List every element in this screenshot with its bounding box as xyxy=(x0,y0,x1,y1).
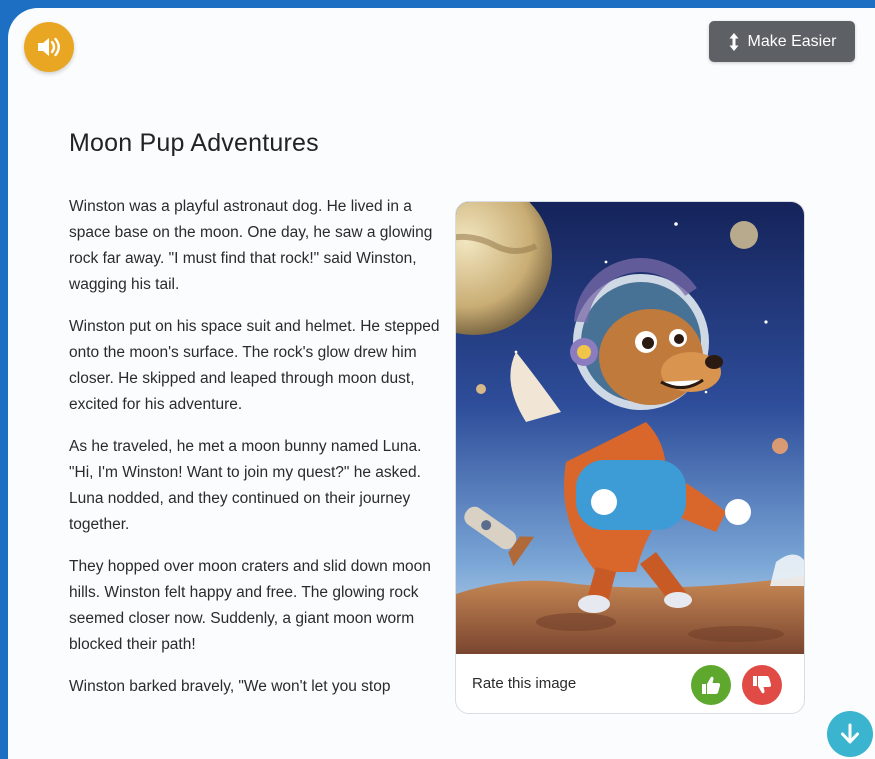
scroll-down-button[interactable] xyxy=(827,711,873,757)
story-paragraph: Winston was a playful astronaut dog. He … xyxy=(69,198,433,293)
story-paragraph: Winston put on his space suit and helmet… xyxy=(69,318,440,413)
audio-button[interactable] xyxy=(24,22,74,72)
vertical-arrows-icon xyxy=(729,32,739,51)
thumbs-down-button[interactable] xyxy=(742,665,782,705)
reader-panel: Make Easier Moon Pup Adventures Winston … xyxy=(8,8,875,759)
rate-image-label: Rate this image xyxy=(472,675,577,692)
thumbs-down-icon xyxy=(753,676,772,694)
story-title: Moon Pup Adventures xyxy=(69,129,319,157)
story-text: Winston was a playful astronaut dog. He … xyxy=(69,194,447,716)
astronaut-dog-illustration xyxy=(456,202,804,654)
make-easier-label: Make Easier xyxy=(747,32,837,50)
make-easier-button[interactable]: Make Easier xyxy=(709,21,855,62)
arrow-down-icon xyxy=(841,723,859,744)
thumbs-up-button[interactable] xyxy=(691,665,731,705)
story-paragraph: Winston barked bravely, "We won't let yo… xyxy=(69,678,391,695)
image-rating-bar: Rate this image xyxy=(456,654,804,713)
story-image-card: Rate this image xyxy=(455,201,805,714)
story-paragraph: As he traveled, he met a moon bunny name… xyxy=(69,438,422,533)
thumbs-up-icon xyxy=(702,676,721,694)
story-paragraph: They hopped over moon craters and slid d… xyxy=(69,558,431,653)
speaker-icon xyxy=(38,37,60,57)
